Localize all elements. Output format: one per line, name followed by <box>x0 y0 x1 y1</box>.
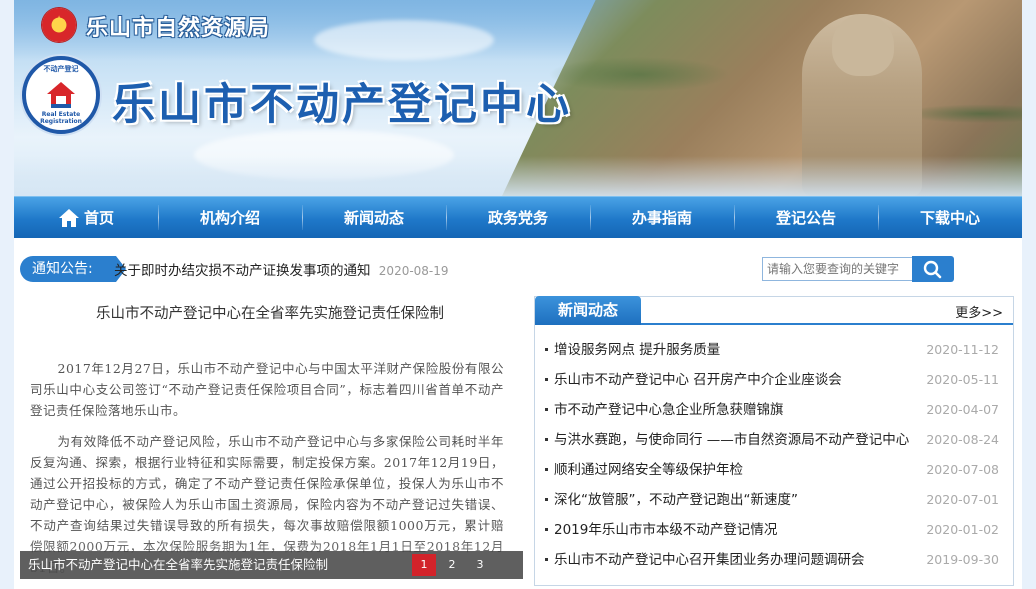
bullet-icon <box>545 408 548 411</box>
notice-marquee[interactable]: 关于即时办结灾损不动产证换发事项的通知 2020-08-19 <box>114 259 449 279</box>
news-title[interactable]: 深化“放管服”，不动产登记跑出“新速度” <box>554 485 914 515</box>
news-item[interactable]: 顺利通过网络安全等级保护年检 2020-07-08 <box>545 455 1007 485</box>
news-item[interactable]: 与洪水赛跑，与使命同行 ——市自然资源局不动产登记中心 2020-08-24 <box>545 425 1007 455</box>
slide-dot-3[interactable]: 3 <box>468 554 492 576</box>
nav-item-downloads[interactable]: 下载中心 <box>878 197 1022 238</box>
news-item[interactable]: 乐山市不动产登记中心 召开房产中介企业座谈会 2020-05-11 <box>545 365 1007 395</box>
news-title[interactable]: 与洪水赛跑，与使命同行 ——市自然资源局不动产登记中心 <box>554 425 914 455</box>
bullet-icon <box>545 438 548 441</box>
article-title[interactable]: 乐山市不动产登记中心在全省率先实施登记责任保险制 <box>14 302 526 323</box>
nav-item-label: 办事指南 <box>631 209 692 227</box>
news-title[interactable]: 市不动产登记中心急企业所急获赠锦旗 <box>554 395 914 425</box>
news-date: 2020-07-01 <box>926 492 999 507</box>
article-paragraph: 2017年12月27日，乐山市不动产登记中心与中国太平洋财产保险股份有限公司乐山… <box>30 361 504 418</box>
notice-date: 2020-08-19 <box>378 264 449 278</box>
nav-item-guide[interactable]: 办事指南 <box>590 197 734 238</box>
news-date: 2020-04-07 <box>926 402 999 417</box>
news-item[interactable]: 市不动产登记中心急企业所急获赠锦旗 2020-04-07 <box>545 395 1007 425</box>
news-panel: 新闻动态 更多>> 增设服务网点 提升服务质量 2020-11-12 乐山市不动产… <box>534 296 1014 586</box>
news-title[interactable]: 增设服务网点 提升服务质量 <box>554 335 914 365</box>
home-icon <box>58 208 79 227</box>
site-title: 乐山市不动产登记中心 <box>112 80 572 130</box>
nav-item-label: 新闻动态 <box>343 209 404 227</box>
nav-item-news[interactable]: 新闻动态 <box>302 197 446 238</box>
nav-item-announcements[interactable]: 登记公告 <box>734 197 878 238</box>
news-header: 新闻动态 更多>> <box>535 296 1013 325</box>
news-list: 增设服务网点 提升服务质量 2020-11-12 乐山市不动产登记中心 召开房产中… <box>545 335 1007 575</box>
search-input[interactable] <box>762 257 914 281</box>
news-title[interactable]: 2019年乐山市市本级不动产登记情况 <box>554 515 914 545</box>
news-title[interactable]: 顺利通过网络安全等级保护年检 <box>554 455 914 485</box>
news-date: 2020-11-12 <box>926 342 999 357</box>
national-emblem-icon <box>42 8 76 42</box>
nav-item-affairs[interactable]: 政务党务 <box>446 197 590 238</box>
house-icon <box>47 82 75 108</box>
nav-item-home[interactable]: 首页 <box>14 197 158 238</box>
slide-dot-1[interactable]: 1 <box>412 554 436 576</box>
search-button[interactable] <box>912 256 954 282</box>
water-image <box>14 156 1022 196</box>
main-nav: 首页 机构介绍 新闻动态 政务党务 办事指南 登记公告 下载中心 <box>14 196 1022 238</box>
news-date: 2020-01-02 <box>926 522 999 537</box>
nav-item-label: 政务党务 <box>487 209 548 227</box>
slide-dot-2[interactable]: 2 <box>440 554 464 576</box>
bullet-icon <box>545 558 548 561</box>
notice-tag: 通知公告: <box>20 256 126 282</box>
nav-item-about[interactable]: 机构介绍 <box>158 197 302 238</box>
bureau-name: 乐山市自然资源局 <box>86 15 271 41</box>
news-date: 2019-09-30 <box>926 552 999 567</box>
more-link[interactable]: 更多>> <box>955 302 1003 321</box>
main-content: 通知公告: 关于即时办结灾损不动产证换发事项的通知 2020-08-19 乐山市… <box>14 238 1022 589</box>
bullet-icon <box>545 468 548 471</box>
bullet-icon <box>545 348 548 351</box>
news-title[interactable]: 乐山市不动产登记中心 召开房产中介企业座谈会 <box>554 365 914 395</box>
news-date: 2020-08-24 <box>926 432 999 447</box>
logo-text-top: 不动产登记 <box>43 65 79 73</box>
buddha-head-image <box>832 14 894 76</box>
news-title[interactable]: 乐山市不动产登记中心召开集团业务办理问题调研会 <box>554 545 914 575</box>
logo-text-bottom: Real Estate Registration <box>40 111 82 125</box>
bullet-icon <box>545 498 548 501</box>
nav-item-label: 登记公告 <box>775 209 836 227</box>
nav-item-label: 机构介绍 <box>199 209 260 227</box>
news-item[interactable]: 2019年乐山市市本级不动产登记情况 2020-01-02 <box>545 515 1007 545</box>
news-item[interactable]: 深化“放管服”，不动产登记跑出“新速度” 2020-07-01 <box>545 485 1007 515</box>
nav-item-label: 下载中心 <box>919 209 980 227</box>
search-icon <box>923 260 942 279</box>
bullet-icon <box>545 378 548 381</box>
nav-item-label: 首页 <box>83 209 114 227</box>
notice-link[interactable]: 关于即时办结灾损不动产证换发事项的通知 <box>114 263 371 279</box>
news-item[interactable]: 乐山市不动产登记中心召开集团业务办理问题调研会 2019-09-30 <box>545 545 1007 575</box>
registration-logo: 不动产登记 Real Estate Registration <box>22 56 100 134</box>
news-tab[interactable]: 新闻动态 <box>535 296 641 325</box>
news-date: 2020-07-08 <box>926 462 999 477</box>
bullet-icon <box>545 528 548 531</box>
news-item[interactable]: 增设服务网点 提升服务质量 2020-11-12 <box>545 335 1007 365</box>
news-date: 2020-05-11 <box>926 372 999 387</box>
